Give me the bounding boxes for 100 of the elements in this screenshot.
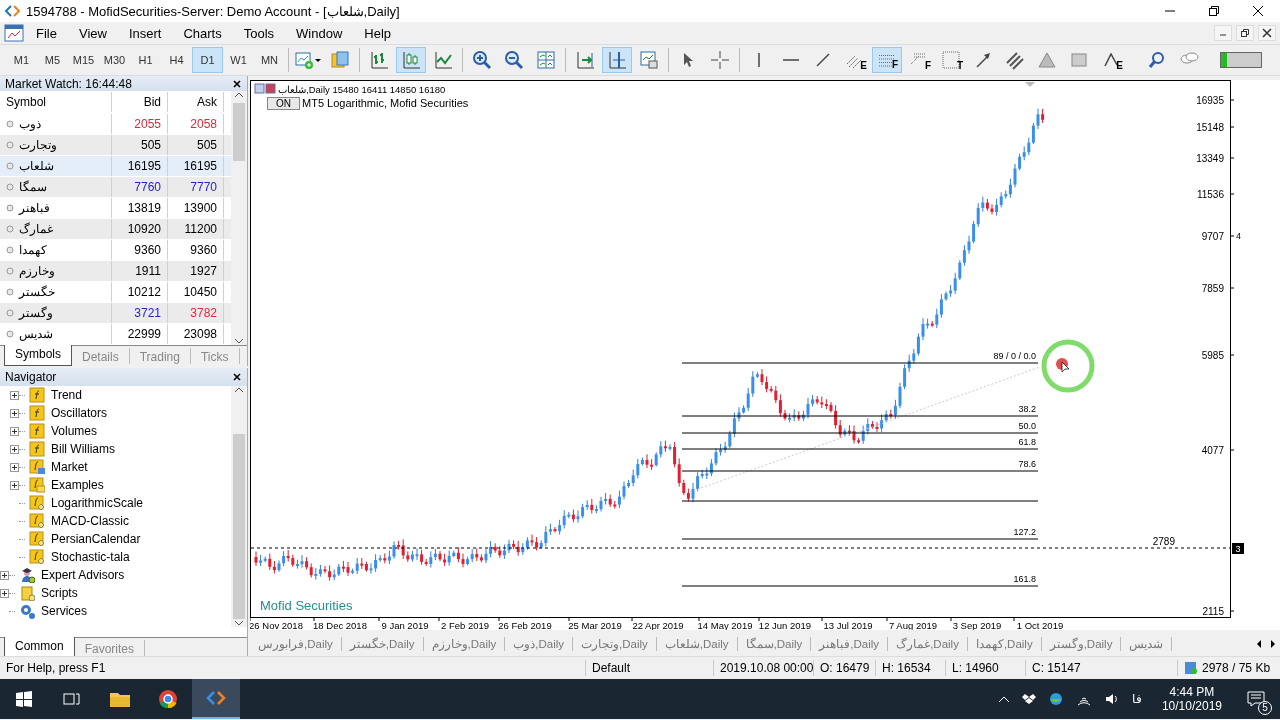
price-axis-label: 7859 [1201,283,1224,294]
menu-item[interactable]: Charts [171,25,232,41]
symbol-name: وخارزم [19,263,55,280]
chart-tab[interactable]: فباهنر,Daily [811,636,889,651]
price-axis-label: 9707 [1201,231,1224,242]
badge-letter: T [956,61,963,71]
chart-tab[interactable]: شدیس [1121,636,1173,651]
tree-item[interactable]: Examples [51,478,104,492]
tree-item[interactable]: Volumes [51,424,98,438]
timeframe-button[interactable]: M1 [6,47,37,73]
indicator-toggle-button[interactable]: ON [267,97,300,110]
date-axis-label: 12 Jun 2019 [758,620,812,630]
timeframe-button[interactable]: MN [254,47,285,73]
tree-item[interactable]: Trend [51,388,82,402]
symbol-name: وگستر [19,305,53,322]
elliott-wave-button[interactable]: E [1096,47,1126,73]
tree-item[interactable]: Stochastic-tala [51,550,130,564]
timeframe-button[interactable]: M5 [37,47,68,73]
bid-price: 9360 [134,243,161,257]
chart-tab[interactable]: خگستر,Daily [341,636,424,651]
status-text: 2019.10.08 00:00 [713,660,813,676]
date-axis-label: 13 Jul 2019 [823,620,873,630]
bid-price: 10212 [127,285,161,299]
tree-item[interactable]: LogarithmicScale [51,496,144,510]
tree-item[interactable]: Market [51,460,88,474]
language-indicator[interactable]: فا [1131,692,1142,706]
chart-header: شلعاب,Daily 15480 16411 14850 16180 [278,84,446,95]
price-axis-label: 11536 [1196,189,1224,200]
timeframe-button[interactable]: D1 [192,47,223,73]
notification-count: 5 [1258,701,1272,715]
price-axis-label: 15148 [1196,122,1224,133]
date-axis-label: 26 Feb 2019 [498,620,552,630]
tree-item[interactable]: Expert Advisors [41,568,125,582]
clock[interactable]: 4:44 PM 10/10/2019 [1161,685,1222,713]
panel-title: Market Watch: 16:44:48 [5,76,132,91]
chart-tab[interactable]: غمارگ,Daily [888,636,968,651]
timeframe-button[interactable]: W1 [223,47,254,73]
bid-price: 10920 [127,222,161,236]
date-axis-label: 18 Dec 2018 [313,620,367,630]
chart-tab[interactable]: کهمدا,Daily [967,636,1042,651]
timeframe-button[interactable]: H1 [130,47,161,73]
menu-item[interactable]: Insert [116,25,172,41]
panel-tab[interactable]: Common [4,637,75,658]
price-line-label: 2789 [1152,536,1175,547]
tree-item[interactable]: Scripts [41,586,78,600]
fibonacci-channel-button[interactable]: E [840,47,870,73]
date-axis-label: 26 Nov 2018 [250,620,303,630]
menu-item[interactable]: Help [352,25,402,41]
notification-button[interactable]: 5 [1232,679,1280,719]
badge-letter: E [1116,61,1123,71]
column-header[interactable]: Ask [168,92,224,112]
menu-item[interactable]: Window [284,25,353,41]
fibonacci-fan-button[interactable]: F [904,47,934,73]
menu-item[interactable]: View [66,25,117,41]
tree-item[interactable]: Services [41,604,87,618]
status-text: O: 16479 [813,660,875,676]
date-axis-label: 2 Feb 2019 [440,620,490,630]
tree-item[interactable]: PersianCalendar [51,532,141,546]
chart-tab[interactable]: وخارزم,Daily [423,636,506,651]
timeframe-button[interactable]: M30 [99,47,130,73]
tree-item[interactable]: Oscillators [51,406,107,420]
ask-price: 1927 [190,264,217,278]
ask-price: 3782 [190,306,217,320]
chart-tab[interactable]: فرابورس,Daily [250,636,342,651]
bid-price: 3721 [134,306,161,320]
timeframe-button[interactable]: H4 [161,47,192,73]
chart-tab[interactable]: وگستر,Daily [1041,636,1122,651]
ask-price: 2058 [190,117,217,131]
menu-item[interactable]: File [24,25,67,41]
ask-price: 16195 [183,159,217,173]
date-axis-label: 1 Oct 2019 [1016,620,1064,630]
axis-marker: 4 [1236,231,1241,241]
chart-tab[interactable]: وتجارت,Daily [573,636,657,651]
chart-tab[interactable]: ذوب,Daily [505,636,574,651]
price-axis-label: 5985 [1201,350,1224,361]
menu-item[interactable]: Tools [231,25,285,41]
status-text: Default [585,660,713,676]
fibonacci-level-label: 50.0 [1018,421,1036,431]
window-title: 1594788 - MofidSecurities-Server: Demo Account - [شلعاب,Daily] [26,3,401,19]
column-header[interactable]: Symbol [0,92,112,112]
chart-tab[interactable]: سمگا,Daily [737,636,812,651]
tree-item[interactable]: Bill Williams [51,442,115,456]
fibonacci-retracement-button[interactable]: F [872,47,902,73]
panel-title: Navigator [5,370,57,384]
fibonacci-level-label: 38.2 [1018,404,1036,414]
badge-letter: F [924,61,931,71]
tree-item[interactable]: MACD-Classic [51,514,129,528]
bid-price: 13819 [127,201,161,215]
price-marker: 3 [1232,543,1244,554]
bid-price: 505 [140,138,161,152]
text-label-button[interactable]: T [936,47,966,73]
symbol-name: ذوب [19,116,41,133]
column-header[interactable]: Bid [112,92,168,112]
status-text: H: 16534 [875,660,945,676]
panel-tab[interactable]: Symbols [4,345,72,366]
chart-tab[interactable]: شلعاب,Daily [656,636,738,651]
timeframe-button[interactable]: M15 [68,47,99,73]
symbol-name: شلعاب [19,158,54,175]
fibonacci-level-label: 78.6 [1018,459,1036,469]
badge-letter: E [860,61,867,71]
